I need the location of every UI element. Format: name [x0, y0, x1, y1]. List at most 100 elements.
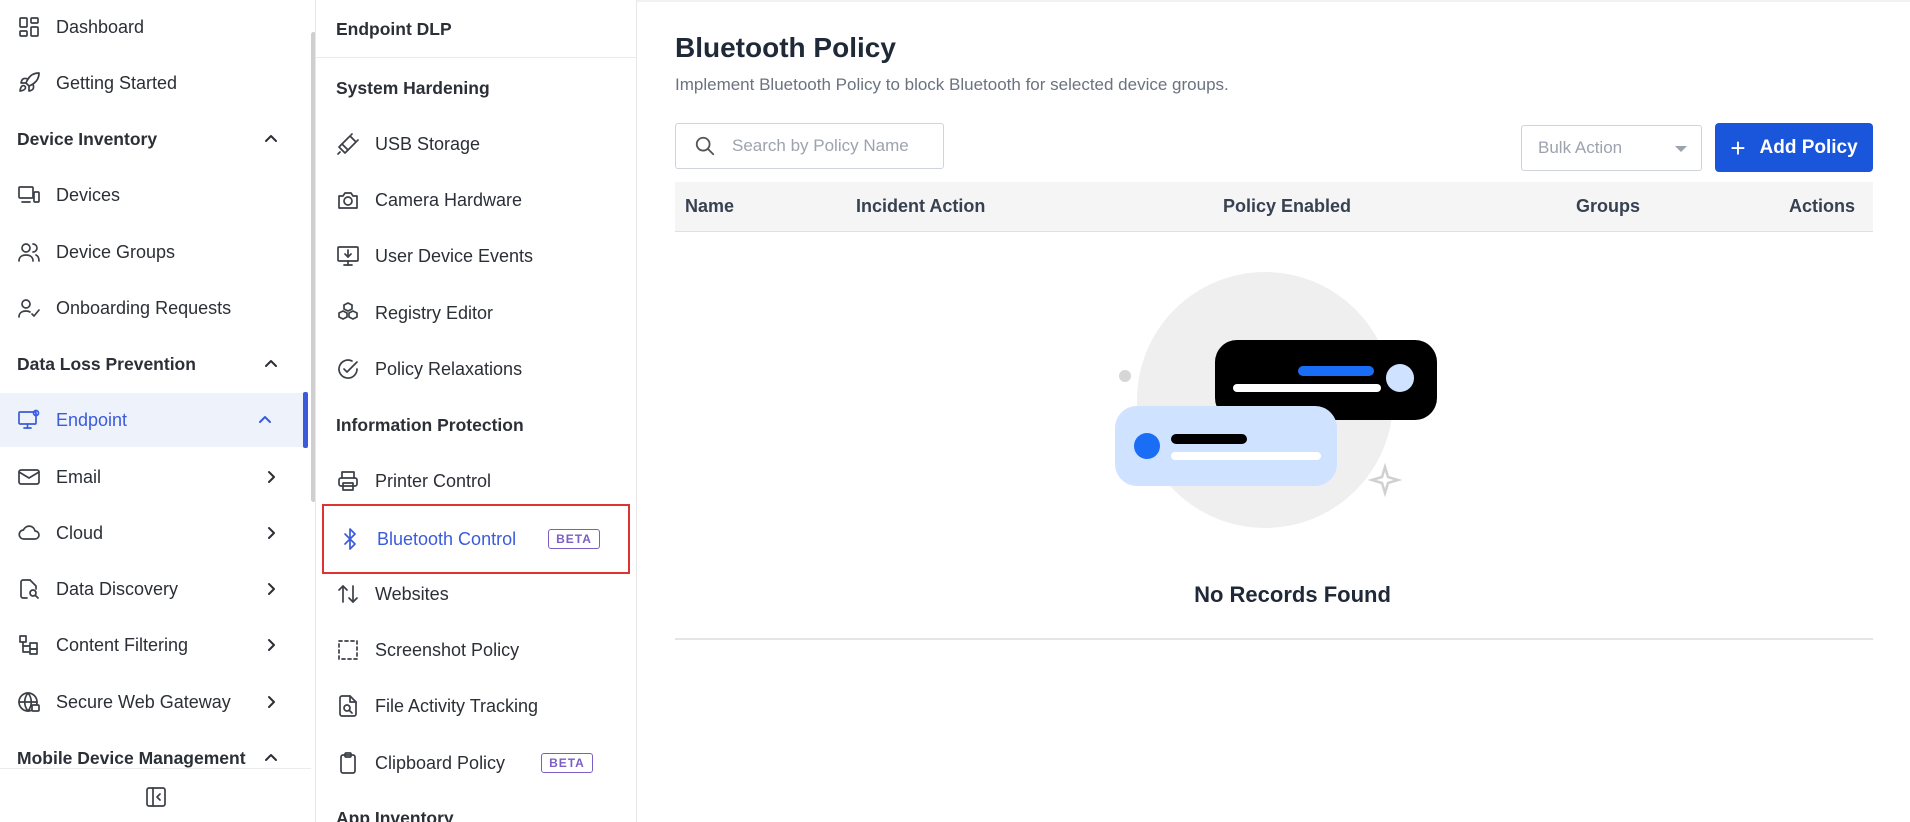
sidebar-item-label: Devices — [56, 184, 121, 205]
panel-item-label: USB Storage — [375, 133, 481, 154]
primary-sidebar: Dashboard Getting Started Device Invento… — [0, 0, 316, 822]
sparkle-icon — [1367, 462, 1403, 498]
bubble-dot — [1386, 364, 1414, 392]
panel-item-screenshot-policy[interactable]: Screenshot Policy — [336, 623, 631, 677]
sidebar-item-content-filtering[interactable]: Content Filtering — [0, 618, 303, 672]
chevron-right-icon — [263, 525, 279, 541]
dashboard-icon — [17, 15, 41, 39]
sidebar-item-getting-started[interactable]: Getting Started — [0, 56, 303, 110]
sort-arrows-icon — [336, 582, 360, 606]
panel-item-printer-control[interactable]: Printer Control — [336, 454, 631, 508]
column-header-policy-enabled[interactable]: Policy Enabled — [1223, 196, 1351, 217]
sidebar-item-device-groups[interactable]: Device Groups — [0, 225, 303, 279]
sidebar-item-label: Content Filtering — [56, 634, 189, 655]
sidebar-item-label: Onboarding Requests — [56, 297, 232, 318]
bluetooth-icon — [338, 527, 362, 551]
divider — [316, 57, 636, 58]
panel-item-file-activity-tracking[interactable]: File Activity Tracking — [336, 679, 631, 733]
add-policy-label: Add Policy — [1759, 136, 1858, 158]
sidebar-item-endpoint[interactable]: Endpoint — [0, 393, 303, 447]
chevron-up-icon — [263, 131, 279, 147]
page-subtitle: Implement Bluetooth Policy to block Blue… — [675, 75, 1229, 94]
panel-item-label: User Device Events — [375, 245, 534, 266]
beta-badge: BETA — [541, 753, 593, 773]
chevron-right-icon — [263, 694, 279, 710]
illustration-dot — [1119, 370, 1131, 382]
panel-item-label: Camera Hardware — [375, 189, 523, 210]
page-title: Bluetooth Policy — [675, 32, 896, 63]
sidebar-item-onboarding-requests[interactable]: Onboarding Requests — [0, 281, 303, 335]
main-content: Bluetooth Policy Implement Bluetooth Pol… — [637, 0, 1910, 822]
panel-item-bluetooth-control[interactable]: Bluetooth Control BETA — [322, 504, 630, 574]
chevron-right-icon — [263, 581, 279, 597]
panel-item-registry-editor[interactable]: Registry Editor — [336, 286, 631, 340]
monitor-download-icon — [336, 244, 360, 268]
sidebar-item-label: Data Discovery — [56, 578, 179, 599]
bulk-action-select[interactable]: Bulk Action — [1521, 125, 1702, 171]
column-header-actions: Actions — [1789, 196, 1856, 216]
active-indicator — [303, 392, 308, 448]
sidebar-item-label: Secure Web Gateway — [56, 691, 231, 712]
document-search-icon — [17, 577, 41, 601]
empty-state-message: No Records Found — [1194, 582, 1391, 607]
panel-item-usb-storage[interactable]: USB Storage — [336, 117, 631, 171]
cloud-icon — [17, 521, 41, 545]
chevron-right-icon — [263, 637, 279, 653]
empty-state-illustration — [1115, 272, 1437, 528]
beta-badge: BETA — [548, 529, 600, 549]
section-app-inventory: App Inventory — [336, 808, 454, 822]
panel-item-label: Bluetooth Control — [377, 528, 517, 549]
sidebar-item-label: Device Groups — [56, 241, 176, 262]
add-policy-button[interactable]: + Add Policy — [1715, 123, 1873, 172]
search-field[interactable] — [675, 123, 944, 169]
search-input[interactable] — [732, 136, 932, 156]
camera-icon — [336, 188, 360, 212]
panel-item-clipboard-policy[interactable]: Clipboard Policy BETA — [336, 736, 631, 790]
sidebar-item-devices[interactable]: Devices — [0, 168, 303, 222]
panel-item-label: Policy Relaxations — [375, 358, 523, 379]
hierarchy-icon — [17, 633, 41, 657]
section-system-hardening: System Hardening — [336, 78, 490, 98]
sidebar-section-device-inventory[interactable]: Device Inventory — [0, 112, 303, 166]
sidebar-section-data-loss-prevention[interactable]: Data Loss Prevention — [0, 337, 303, 391]
collapse-sidebar-icon[interactable] — [144, 785, 168, 809]
table-bottom-border — [675, 638, 1873, 640]
sidebar-item-data-discovery[interactable]: Data Discovery — [0, 562, 303, 616]
bubble-line — [1171, 434, 1247, 444]
rocket-icon — [17, 71, 41, 95]
panel-item-websites[interactable]: Websites — [336, 567, 631, 621]
sidebar-item-label: Cloud — [56, 522, 104, 543]
panel-item-policy-relaxations[interactable]: Policy Relaxations — [336, 342, 631, 396]
bubble-line — [1233, 384, 1381, 392]
panel-title: Endpoint DLP — [336, 19, 452, 39]
sidebar-item-cloud[interactable]: Cloud — [0, 506, 303, 560]
sidebar-item-label: Getting Started — [56, 72, 178, 93]
bubble-line — [1298, 366, 1374, 376]
printer-icon — [336, 469, 360, 493]
search-icon — [695, 136, 715, 156]
sidebar-item-secure-web-gateway[interactable]: Secure Web Gateway — [0, 675, 303, 729]
column-header-name[interactable]: Name — [685, 196, 734, 217]
bulk-action-label: Bulk Action — [1538, 138, 1623, 157]
bubble-dot — [1134, 433, 1160, 459]
sidebar-item-dashboard[interactable]: Dashboard — [0, 0, 303, 54]
panel-item-label: Websites — [375, 583, 449, 604]
panel-item-label: Printer Control — [375, 470, 492, 491]
section-information-protection: Information Protection — [336, 415, 524, 435]
column-header-groups[interactable]: Groups — [1576, 196, 1640, 217]
table-header: Name Incident Action Policy Enabled Grou… — [675, 182, 1873, 232]
sidebar-item-label: Endpoint — [56, 409, 128, 430]
chevron-up-icon — [263, 750, 279, 766]
globe-lock-icon — [17, 690, 41, 714]
sidebar-item-label: Dashboard — [56, 16, 145, 37]
clipboard-icon — [336, 751, 360, 775]
panel-item-label: Clipboard Policy — [375, 752, 506, 773]
monitor-settings-icon — [17, 408, 41, 432]
panel-item-user-device-events[interactable]: User Device Events — [336, 229, 631, 283]
sidebar-item-email[interactable]: Email — [0, 450, 303, 504]
section-label: Device Inventory — [17, 128, 158, 149]
panel-item-camera-hardware[interactable]: Camera Hardware — [336, 173, 631, 227]
column-header-incident-action[interactable]: Incident Action — [856, 196, 985, 217]
chevron-up-icon — [263, 356, 279, 372]
section-label: Data Loss Prevention — [17, 353, 196, 374]
